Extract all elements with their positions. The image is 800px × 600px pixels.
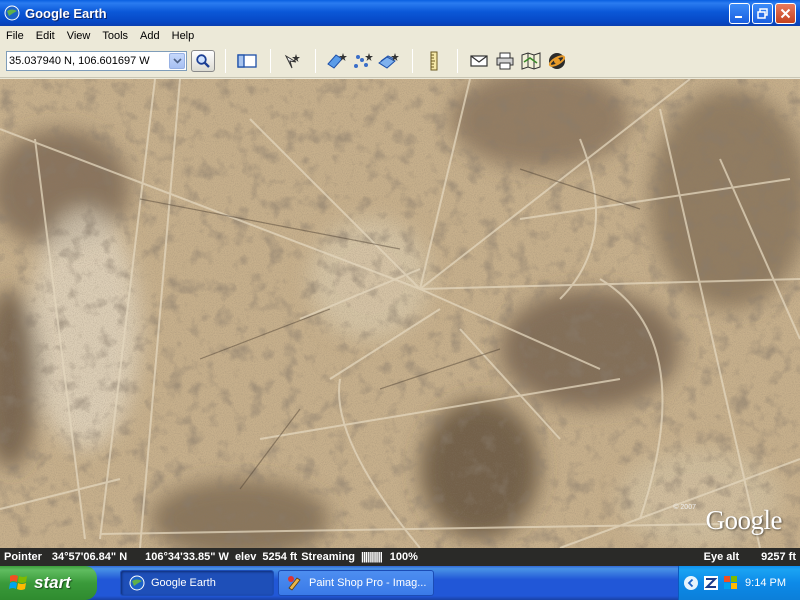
system-tray: 9:14 PM: [678, 566, 800, 600]
copyright-text: © 2007: [673, 504, 696, 511]
google-earth-icon: [129, 575, 145, 591]
menu-tools[interactable]: Tools: [96, 30, 134, 42]
menu-add[interactable]: Add: [134, 30, 166, 42]
streaming-percent: 100%: [389, 551, 418, 563]
minimize-button[interactable]: [729, 2, 750, 24]
coordinates-input[interactable]: [7, 55, 167, 67]
polygon-icon[interactable]: [326, 50, 348, 72]
menu-help[interactable]: Help: [166, 30, 201, 42]
placemark-icon[interactable]: [281, 50, 303, 72]
zonealarm-icon[interactable]: [703, 575, 719, 591]
restore-button[interactable]: [752, 2, 773, 24]
start-label: start: [34, 573, 71, 592]
ruler-icon[interactable]: [423, 50, 445, 72]
pointer-latitude: 34°57'06.84" N: [51, 551, 128, 563]
satellite-terrain: [0, 79, 800, 548]
email-icon[interactable]: [468, 50, 490, 72]
menu-file[interactable]: File: [0, 30, 30, 42]
google-maps-icon[interactable]: [520, 50, 542, 72]
toolbar-separator: [412, 49, 413, 73]
pointer-longitude: 106°34'33.85" W: [145, 551, 229, 563]
dropdown-button[interactable]: [169, 53, 185, 69]
search-button[interactable]: [191, 50, 215, 72]
taskbar: start Google Earth Paint Shop Pro - Imag…: [0, 566, 800, 600]
chevron-left-icon[interactable]: [683, 575, 699, 591]
menu-edit[interactable]: Edit: [30, 30, 61, 42]
taskbar-item-google-earth[interactable]: Google Earth: [120, 570, 274, 596]
status-bar: Pointer 34°57'06.84" N 106°34'33.85" W e…: [0, 548, 800, 566]
windows-logo-icon: [9, 575, 27, 590]
title-bar: Google Earth: [0, 0, 800, 26]
menu-bar: File Edit View Tools Add Help: [0, 26, 800, 45]
clock[interactable]: 9:14 PM: [745, 577, 786, 589]
toolbar: [0, 45, 800, 78]
sky-icon[interactable]: [546, 50, 568, 72]
toolbar-separator: [315, 49, 316, 73]
map-view[interactable]: © 2007 Google: [0, 79, 800, 548]
window-title: Google Earth: [25, 5, 107, 21]
chevron-down-icon: [172, 58, 182, 64]
windows-flag-icon[interactable]: [723, 575, 739, 591]
pointer-label: Pointer: [4, 551, 42, 563]
close-icon: [780, 8, 791, 18]
eye-altitude-value: 9257 ft: [761, 551, 796, 563]
google-earth-icon: [4, 5, 20, 21]
paint-shop-pro-icon: [288, 576, 301, 591]
minimize-icon: [735, 15, 742, 18]
toolbar-separator: [270, 49, 271, 73]
close-button[interactable]: [775, 2, 796, 24]
start-button[interactable]: start: [0, 566, 97, 600]
taskbar-item-label: Paint Shop Pro - Imag...: [309, 577, 427, 589]
image-overlay-icon[interactable]: [378, 50, 400, 72]
elevation-value: 5254 ft: [262, 551, 298, 563]
sidebar-icon[interactable]: [236, 50, 258, 72]
path-icon[interactable]: [352, 50, 374, 72]
search-icon: [196, 54, 210, 68]
streaming-label: Streaming: [301, 551, 356, 563]
eye-altitude-label: Eye alt: [703, 551, 740, 563]
coordinates-combobox[interactable]: [6, 51, 187, 71]
taskbar-item-paint-shop-pro[interactable]: Paint Shop Pro - Imag...: [278, 570, 434, 596]
google-logo: Google: [705, 505, 783, 535]
print-icon[interactable]: [494, 50, 516, 72]
elevation-label: elev: [234, 551, 257, 563]
toolbar-separator: [457, 49, 458, 73]
streaming-meter: ||||||||||: [361, 551, 383, 563]
taskbar-item-label: Google Earth: [151, 577, 216, 589]
restore-icon: [757, 7, 768, 19]
menu-view[interactable]: View: [61, 30, 97, 42]
toolbar-separator: [225, 49, 226, 73]
